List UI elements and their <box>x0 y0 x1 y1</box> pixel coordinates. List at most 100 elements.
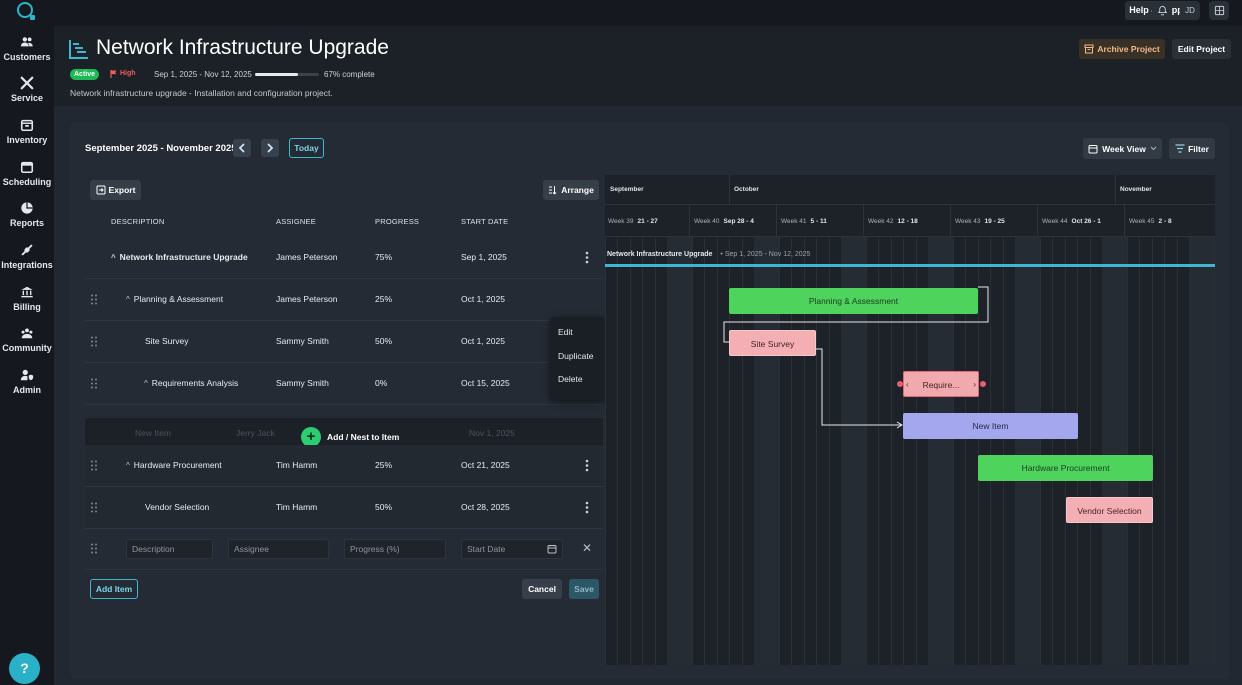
sidebar-item-customers[interactable]: Customers <box>0 35 54 62</box>
sidebar-item-admin[interactable]: Admin <box>0 368 54 395</box>
export-button[interactable]: Export <box>90 180 141 200</box>
more-options-icon[interactable] <box>585 251 589 264</box>
menu-item-edit[interactable]: Edit <box>558 327 573 337</box>
chevron-up-icon[interactable]: ^ <box>126 461 130 470</box>
gantt-chart: September October November Week 39 21 - 2… <box>605 175 1215 665</box>
table-row[interactable]: ^ Requirements Analysis Sammy Smith 0% Oc… <box>85 363 603 405</box>
more-options-icon[interactable] <box>585 459 589 472</box>
row-progress: 25% <box>375 460 393 470</box>
sidebar-item-reports[interactable]: Reports <box>0 201 54 228</box>
edit-project-button[interactable]: Edit Project <box>1172 39 1231 59</box>
progress-input[interactable]: Progress (%) <box>344 539 446 559</box>
save-button[interactable]: Save <box>569 579 599 599</box>
sidebar-item-label: Scheduling <box>2 177 52 187</box>
close-icon[interactable]: ✕ <box>582 541 592 555</box>
sidebar-item-service[interactable]: Service <box>0 76 54 103</box>
row-description-text: Requirements Analysis <box>151 378 239 388</box>
notifications-button[interactable] <box>1152 1 1172 20</box>
app-logo-icon[interactable] <box>17 2 35 20</box>
column-header-start-date[interactable]: START DATE <box>461 217 508 226</box>
table-row[interactable]: ^ Hardware Procurement Tim Hamm 25% Oct 2… <box>85 445 603 487</box>
user-avatar-button[interactable]: JD <box>1180 1 1200 20</box>
today-button[interactable]: Today <box>289 138 324 158</box>
archive-project-button[interactable]: Archive Project <box>1079 39 1165 59</box>
next-range-button[interactable] <box>261 139 279 157</box>
more-options-icon[interactable] <box>585 501 589 514</box>
page-title: Network Infrastructure Upgrade <box>96 36 389 59</box>
apps-button[interactable] <box>1209 1 1229 20</box>
week-label: Week 40 Sep 28 - 4 <box>694 218 754 225</box>
cancel-button[interactable]: Cancel <box>522 579 562 599</box>
row-start-date: Oct 15, 2025 <box>461 378 510 388</box>
drag-handle-icon[interactable] <box>90 460 98 471</box>
row-progress: 0% <box>375 378 388 388</box>
arrange-label: Arrange <box>561 185 594 195</box>
row-start-date: Oct 28, 2025 <box>461 502 510 512</box>
resize-handle-right[interactable] <box>980 381 986 387</box>
project-date-range: Sep 1, 2025 - Nov 12, 2025 <box>154 70 252 79</box>
chevron-up-icon[interactable]: ^ <box>144 379 148 388</box>
menu-item-duplicate[interactable]: Duplicate <box>558 351 593 361</box>
assignee-input[interactable]: Assignee <box>228 539 329 559</box>
sidebar-item-label: Integrations <box>1 260 53 270</box>
task-bar-planning-assessment[interactable]: Planning & Assessment <box>729 288 978 314</box>
description-input[interactable]: Description <box>126 539 213 559</box>
sidebar-item-community[interactable]: Community <box>0 326 54 353</box>
week-range: 21 - 27 <box>637 218 658 225</box>
task-bar-site-survey[interactable]: Site Survey <box>729 330 816 356</box>
column-header-description[interactable]: DESCRIPTION <box>111 217 164 226</box>
users-icon <box>20 37 33 47</box>
drag-handle-icon[interactable] <box>90 502 98 513</box>
box-icon <box>20 119 34 132</box>
week-number: Week 44 <box>1042 218 1068 225</box>
project-progress-fill <box>255 73 298 76</box>
chevron-up-icon[interactable]: ^ <box>111 253 116 262</box>
sidebar-item-integrations[interactable]: Integrations <box>0 243 54 270</box>
drag-handle-icon[interactable] <box>90 336 98 347</box>
sidebar-item-scheduling[interactable]: Scheduling <box>0 160 54 187</box>
sidebar-item-inventory[interactable]: Inventory <box>0 118 54 145</box>
pie-chart-icon <box>21 202 33 214</box>
task-bar-requirements-analysis[interactable]: ‹ Require... › <box>903 371 979 397</box>
project-progress-bar <box>255 73 319 76</box>
start-date-input[interactable]: Start Date <box>461 539 563 559</box>
drag-handle-icon[interactable] <box>90 543 98 554</box>
add-nest-label: Add / Nest to Item <box>327 432 400 442</box>
previous-range-button[interactable] <box>233 139 251 157</box>
chevron-down-icon <box>1150 146 1157 151</box>
chevron-up-icon[interactable]: ^ <box>126 295 130 304</box>
menu-item-delete[interactable]: Delete <box>558 374 583 384</box>
sidebar-item-billing[interactable]: Billing <box>0 285 54 312</box>
table-row[interactable]: Site Survey Sammy Smith 50% Oct 1, 2025 <box>85 321 603 363</box>
filter-button[interactable]: Filter <box>1169 138 1215 159</box>
task-bar-new-item[interactable]: New Item <box>903 413 1078 439</box>
arrange-button[interactable]: Arrange <box>543 180 599 200</box>
row-progress: 50% <box>375 336 393 346</box>
help-button[interactable]: ? <box>9 653 40 684</box>
chevron-left-icon[interactable]: ‹ <box>906 372 909 396</box>
ghost-start-date: Nov 1, 2025 <box>469 428 515 438</box>
column-header-assignee[interactable]: ASSIGNEE <box>276 217 316 226</box>
add-item-button[interactable]: Add Item <box>90 579 138 599</box>
week-range: 2 - 8 <box>1158 218 1172 225</box>
week-label: Week 39 21 - 27 <box>608 218 658 225</box>
week-label: Week 45 2 - 8 <box>1129 218 1172 225</box>
table-row[interactable]: ^ Network Infrastructure Upgrade James Pe… <box>85 237 603 279</box>
task-bar-vendor-selection[interactable]: Vendor Selection <box>1066 497 1153 523</box>
archive-project-label: Archive Project <box>1097 44 1160 54</box>
calendar-icon[interactable] <box>547 544 557 554</box>
sidebar-item-label: Reports <box>9 218 44 228</box>
chevron-right-icon[interactable]: › <box>973 372 976 396</box>
week-view-select[interactable]: Week View <box>1083 138 1162 159</box>
ghost-assignee: Jerry Jack <box>236 428 275 438</box>
table-row[interactable]: Vendor Selection Tim Hamm 50% Oct 28, 20… <box>85 487 603 529</box>
table-row[interactable]: ^ Planning & Assessment James Peterson 25… <box>85 279 603 321</box>
add-nest-drop-target[interactable]: + Add / Nest to Item <box>301 427 399 447</box>
plug-icon <box>21 244 33 256</box>
task-bar-hardware-procurement[interactable]: Hardware Procurement <box>978 455 1153 481</box>
week-range: Oct 26 - 1 <box>1071 218 1101 225</box>
drag-handle-icon[interactable] <box>90 378 98 389</box>
column-header-progress[interactable]: PROGRESS <box>375 217 419 226</box>
row-progress: 50% <box>375 502 393 512</box>
drag-handle-icon[interactable] <box>90 294 98 305</box>
